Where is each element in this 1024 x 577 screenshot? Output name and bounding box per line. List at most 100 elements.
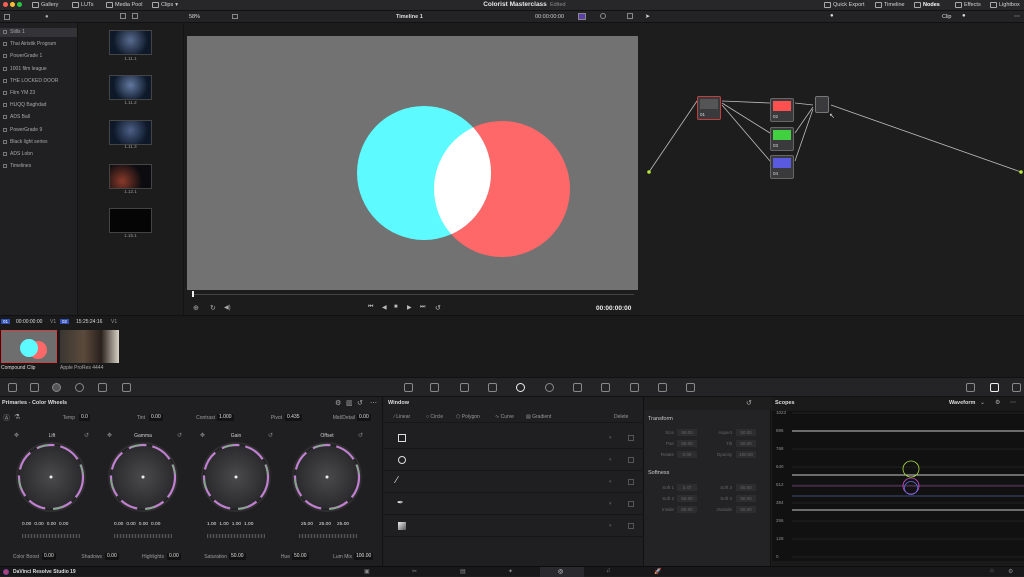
picker-icon[interactable]: ⚗ — [14, 413, 20, 421]
album-item[interactable]: Film YM 23 — [3, 90, 35, 96]
clips-tab[interactable]: Clips ▾ — [152, 2, 178, 8]
reset-icon[interactable]: ↺ — [177, 432, 182, 439]
picker-icon[interactable]: ✥ — [200, 432, 205, 439]
luts-tab[interactable]: LUTs — [72, 2, 94, 8]
album-item[interactable]: Thai Airistik Program — [3, 41, 56, 47]
rgb-mixer-icon[interactable] — [75, 383, 84, 392]
lift-wheel[interactable] — [16, 442, 86, 512]
volume-icon[interactable]: ◀) — [224, 304, 231, 311]
gain-wheel[interactable] — [201, 442, 271, 512]
gain-y-value[interactable]: 1.00 — [207, 522, 216, 527]
minimize-dot-icon[interactable] — [10, 2, 15, 7]
maximize-dot-icon[interactable] — [17, 2, 22, 7]
scope-mode-select[interactable]: Waveform — [949, 400, 975, 406]
fullscreen-icon[interactable] — [627, 13, 633, 19]
soft1-value[interactable]: 2.47 — [677, 484, 697, 491]
reverse-icon[interactable]: ◀ — [382, 304, 387, 311]
picker-icon[interactable]: ✥ — [14, 432, 19, 439]
edit-page-icon[interactable]: ▤ — [460, 568, 466, 575]
parallel-mixer-node[interactable] — [815, 96, 829, 113]
still-thumbnail[interactable] — [109, 208, 152, 233]
compare-icon[interactable] — [600, 13, 606, 19]
reset-icon[interactable]: ↺ — [268, 432, 273, 439]
magic-mask-icon[interactable] — [573, 383, 582, 392]
highlights-value[interactable]: 0.00 — [167, 553, 181, 560]
offset-b-value[interactable]: 25.00 — [337, 522, 349, 527]
offset-r-value[interactable]: 25.00 — [301, 522, 313, 527]
cut-page-icon[interactable]: ✂ — [412, 568, 417, 575]
album-item[interactable]: THE LOCKED DOOR — [3, 78, 58, 84]
circle-tool[interactable]: ○ Circle — [426, 414, 443, 420]
viewer-image[interactable] — [187, 36, 638, 290]
offset-master-slider[interactable] — [299, 534, 357, 538]
lift-master-slider[interactable] — [22, 534, 80, 538]
media-page-icon[interactable]: ▣ — [364, 568, 370, 575]
window-row-line[interactable]: ∕ ▾ — [384, 472, 644, 493]
still-thumbnail[interactable] — [109, 75, 152, 100]
scrubber-track[interactable] — [192, 294, 634, 295]
list-view-icon[interactable] — [120, 13, 126, 19]
soft3-value[interactable]: 50.00 — [736, 484, 756, 491]
lift-b-value[interactable]: 0.00 — [59, 522, 68, 527]
invert-icon[interactable]: ▾ — [609, 457, 612, 463]
tint-value[interactable]: 0.00 — [149, 414, 163, 421]
skip-end-icon[interactable]: ⏭ — [420, 304, 425, 311]
scopes-icon[interactable] — [990, 383, 999, 392]
inside-value[interactable]: 50.00 — [677, 506, 697, 513]
node-mode-select[interactable]: Clip — [942, 14, 951, 20]
fusion-page-icon[interactable]: ✦ — [508, 568, 513, 575]
lift-y-value[interactable]: 0.00 — [22, 522, 31, 527]
color-warper-icon[interactable] — [430, 383, 439, 392]
reset-icon[interactable]: ↺ — [746, 399, 752, 407]
key-icon[interactable] — [630, 383, 639, 392]
contrast-value[interactable]: 1.000 — [217, 414, 234, 421]
offset-wheel[interactable] — [292, 442, 362, 512]
quick-export-button[interactable]: Quick Export — [824, 2, 864, 8]
gain-master-slider[interactable] — [207, 534, 265, 538]
invert-icon[interactable]: ▾ — [609, 479, 612, 485]
node-02[interactable]: 02 — [770, 98, 794, 122]
curves-icon[interactable] — [404, 383, 413, 392]
zoom-level[interactable]: 58% — [189, 14, 200, 20]
soft2-value[interactable]: 50.00 — [677, 495, 697, 502]
stop-icon[interactable]: ■ — [394, 304, 398, 310]
album-item[interactable]: HUQQ Baghdad — [3, 102, 46, 108]
hue-value[interactable]: 50.00 — [292, 553, 309, 560]
target-icon[interactable]: ⊕ — [193, 304, 199, 312]
viewer-mode-icon[interactable] — [232, 14, 238, 19]
soft4-value[interactable]: 50.00 — [736, 495, 756, 502]
album-item[interactable]: PowerGrade 9 — [3, 127, 42, 133]
curve-tool[interactable]: ∿ Curve — [495, 414, 514, 420]
enable-checkbox[interactable] — [628, 479, 634, 485]
qualifier-icon[interactable] — [460, 383, 469, 392]
3d-icon[interactable] — [686, 383, 695, 392]
gamma-g-value[interactable]: 0.00 — [139, 522, 148, 527]
window-icon[interactable] — [516, 383, 525, 392]
gamma-b-value[interactable]: 0.00 — [151, 522, 160, 527]
gradient-tool[interactable]: ▤ Gradient — [526, 414, 551, 420]
reset-icon[interactable]: ↺ — [358, 432, 363, 439]
offset-g-value[interactable]: 25.00 — [319, 522, 331, 527]
shadows-value[interactable]: 0.00 — [105, 553, 119, 560]
pen-window-icon[interactable]: ✒ — [397, 498, 404, 507]
still-thumbnail[interactable] — [109, 30, 152, 55]
fairlight-page-icon[interactable]: ♫ — [606, 568, 611, 574]
enable-checkbox[interactable] — [628, 457, 634, 463]
keyframes-icon[interactable] — [966, 383, 975, 392]
outside-value[interactable]: 50.00 — [736, 506, 756, 513]
still-thumbnail[interactable] — [109, 164, 152, 189]
playhead[interactable] — [192, 291, 194, 297]
node-04[interactable]: 04 — [770, 155, 794, 179]
more-icon[interactable]: ⋯ — [1014, 13, 1020, 20]
lift-g-value[interactable]: 0.00 — [47, 522, 56, 527]
gamma-master-slider[interactable] — [114, 534, 172, 538]
reset-icon[interactable]: ↺ — [357, 399, 363, 407]
node-editor[interactable]: 01 02 03 04 ↖ — [641, 23, 1024, 315]
album-item[interactable]: Black light series — [3, 139, 48, 145]
album-item[interactable]: 1001 film league — [3, 66, 47, 72]
skip-start-icon[interactable]: ⏮ — [368, 304, 373, 311]
color-picker-icon[interactable] — [578, 13, 586, 20]
loop-playback-icon[interactable]: ↺ — [435, 304, 441, 312]
clip-thumbnail-compound[interactable] — [1, 330, 57, 363]
opacity-value[interactable]: 100.00 — [736, 451, 756, 458]
